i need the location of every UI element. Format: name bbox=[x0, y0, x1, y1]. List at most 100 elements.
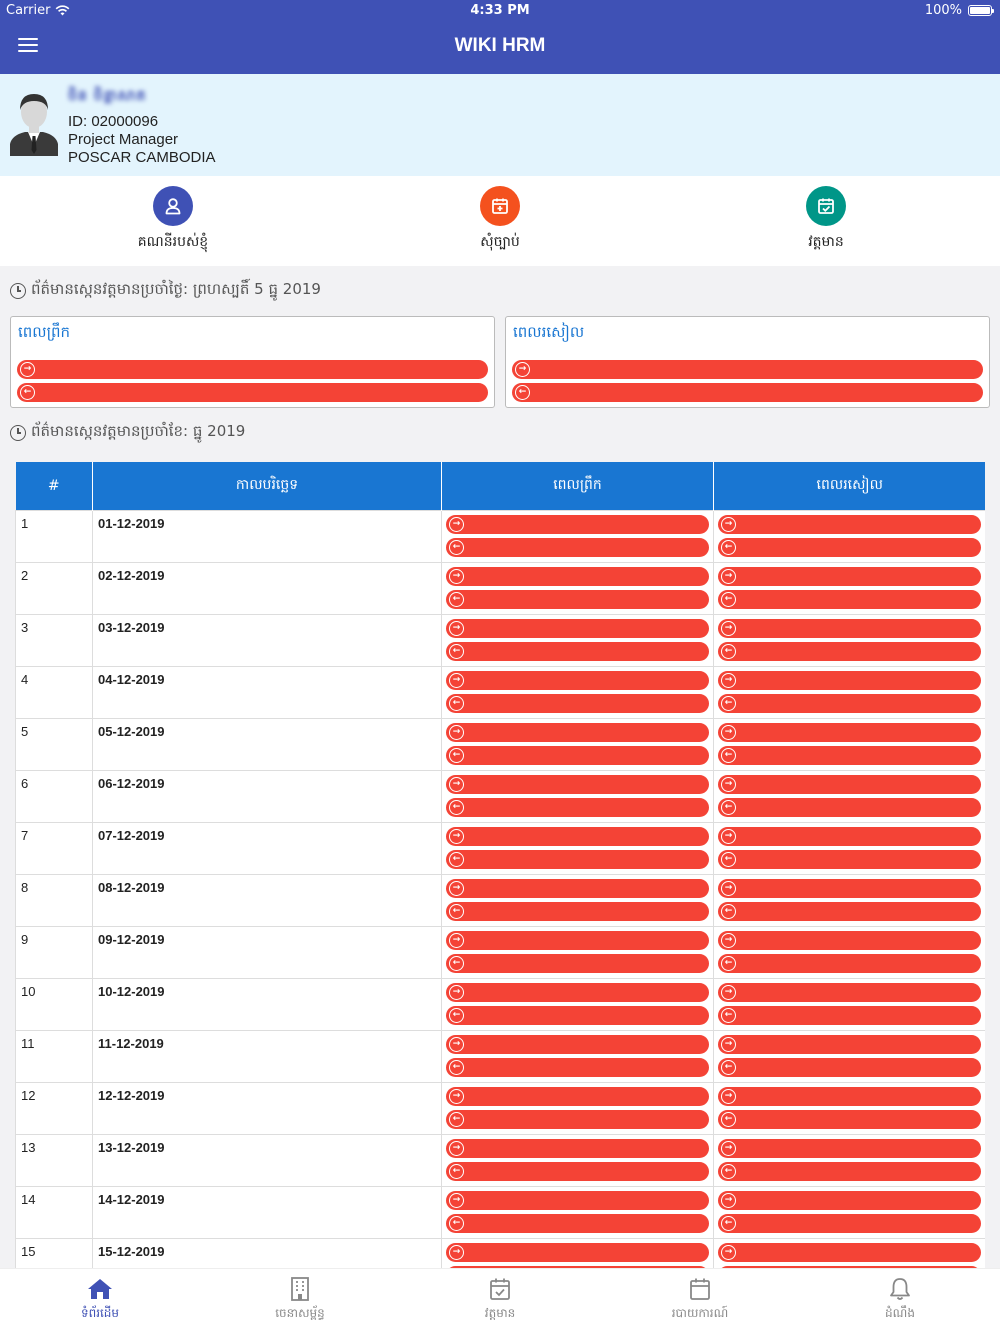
morning-check-out-bar[interactable]: ← bbox=[446, 953, 709, 973]
morning-check-out-bar[interactable]: ← bbox=[446, 797, 709, 817]
morning-check-out-bar[interactable]: ← bbox=[446, 1109, 709, 1129]
morning-check-out-bar[interactable]: ← bbox=[446, 901, 709, 921]
column-header-number: # bbox=[15, 462, 93, 510]
morning-check-out-bar[interactable]: ← bbox=[446, 693, 709, 713]
attendance-table-scroll[interactable]: # កាលបរិច្ឆេទ ពេលព្រឹក ពេលរសៀល 1 01-12-20… bbox=[15, 462, 985, 1268]
evening-check-out-bar[interactable]: ← bbox=[718, 1161, 981, 1181]
evening-check-in-bar[interactable]: → bbox=[718, 722, 981, 742]
morning-check-out-bar[interactable]: ← bbox=[446, 1057, 709, 1077]
morning-check-in-bar[interactable]: → bbox=[446, 878, 709, 898]
evening-check-out-bar[interactable]: ← bbox=[718, 693, 981, 713]
arrow-left-circle-icon: ← bbox=[721, 955, 736, 971]
evening-check-in-bar[interactable]: → bbox=[718, 1190, 981, 1210]
morning-check-out-bar[interactable]: ← bbox=[17, 383, 488, 402]
evening-check-out-bar[interactable]: ← bbox=[718, 797, 981, 817]
attendance-button[interactable]: វត្តមាន bbox=[756, 186, 896, 253]
evening-check-in-bar[interactable]: → bbox=[718, 1242, 981, 1262]
nav-notifications[interactable]: ដំណឹង bbox=[800, 1269, 1000, 1334]
nav-attendance[interactable]: វត្តមាន bbox=[400, 1269, 600, 1334]
evening-check-in-bar[interactable]: → bbox=[718, 982, 981, 1002]
nav-organization[interactable]: ចេនាសម្ព័ន្ធ bbox=[200, 1269, 400, 1334]
arrow-left-circle-icon: ← bbox=[721, 1059, 736, 1075]
morning-check-in-bar[interactable]: → bbox=[446, 722, 709, 742]
table-row: 6 06-12-2019 → ← → ← bbox=[15, 769, 985, 823]
arrow-right-circle-icon: → bbox=[721, 620, 736, 636]
evening-check-out-bar[interactable]: ← bbox=[718, 745, 981, 765]
morning-check-in-bar[interactable]: → bbox=[446, 1086, 709, 1106]
arrow-left-circle-icon: ← bbox=[449, 1163, 464, 1179]
battery-indicator: 100% bbox=[925, 3, 994, 18]
arrow-right-circle-icon: → bbox=[449, 516, 464, 532]
morning-check-in-bar[interactable]: → bbox=[446, 930, 709, 950]
my-account-button[interactable]: គណនីរបស់ខ្ញុំ bbox=[103, 186, 243, 253]
morning-check-in-bar[interactable]: → bbox=[446, 982, 709, 1002]
evening-check-in-bar[interactable]: → bbox=[718, 514, 981, 534]
arrow-right-circle-icon: → bbox=[449, 1244, 464, 1260]
morning-check-in-bar[interactable]: → bbox=[17, 360, 488, 379]
table-body: 1 01-12-2019 → ← → ← 2 02-12-2019 → ← → ← 3 03-12-201… bbox=[15, 509, 985, 1268]
arrow-left-circle-icon: ← bbox=[721, 1163, 736, 1179]
arrow-left-circle-icon: ← bbox=[449, 643, 464, 659]
evening-check-in-bar[interactable]: → bbox=[718, 670, 981, 690]
evening-check-in-bar[interactable]: → bbox=[718, 878, 981, 898]
evening-punch-cell: →← bbox=[713, 1185, 985, 1239]
morning-punch-cell: →← bbox=[441, 1029, 714, 1083]
quick-action-label: វត្តមាន bbox=[808, 234, 844, 250]
evening-check-in-bar[interactable]: → bbox=[718, 930, 981, 950]
arrow-left-circle-icon: ← bbox=[721, 799, 736, 815]
morning-check-in-bar[interactable]: → bbox=[446, 514, 709, 534]
request-leave-button[interactable]: សុំច្បាប់ bbox=[430, 186, 570, 253]
morning-check-in-bar[interactable]: → bbox=[446, 1034, 709, 1054]
morning-check-in-bar[interactable]: → bbox=[446, 1190, 709, 1210]
morning-check-in-bar[interactable]: → bbox=[446, 670, 709, 690]
arrow-right-circle-icon: → bbox=[449, 1140, 464, 1156]
evening-check-out-bar[interactable]: ← bbox=[718, 1213, 981, 1233]
evening-check-in-bar[interactable]: → bbox=[718, 566, 981, 586]
evening-check-in-bar[interactable]: → bbox=[718, 826, 981, 846]
evening-check-in-bar[interactable]: → bbox=[718, 1086, 981, 1106]
evening-check-in-bar[interactable]: → bbox=[718, 1138, 981, 1158]
arrow-right-circle-icon: → bbox=[449, 620, 464, 636]
morning-check-out-bar[interactable]: ← bbox=[446, 849, 709, 869]
morning-check-out-bar[interactable]: ← bbox=[446, 745, 709, 765]
evening-check-out-bar[interactable]: ← bbox=[718, 1005, 981, 1025]
arrow-right-circle-icon: → bbox=[721, 776, 736, 792]
morning-check-in-bar[interactable]: → bbox=[446, 1138, 709, 1158]
evening-check-in-bar[interactable]: → bbox=[718, 774, 981, 794]
arrow-left-circle-icon: ← bbox=[721, 1215, 736, 1231]
morning-check-out-bar[interactable]: ← bbox=[446, 1005, 709, 1025]
nav-report[interactable]: របាយការណ៍ bbox=[600, 1269, 800, 1334]
arrow-right-circle-icon: → bbox=[449, 880, 464, 896]
profile-panel[interactable]: ចិន ចិន្តាសាត ID: 02000096 Project Manag… bbox=[0, 74, 1000, 176]
morning-check-out-bar[interactable]: ← bbox=[446, 537, 709, 557]
table-row: 9 09-12-2019 → ← → ← bbox=[15, 925, 985, 979]
evening-check-out-bar[interactable]: ← bbox=[718, 849, 981, 869]
arrow-right-circle-icon: → bbox=[721, 984, 736, 1000]
morning-check-out-bar[interactable]: ← bbox=[446, 1213, 709, 1233]
arrow-right-circle-icon: → bbox=[449, 672, 464, 688]
evening-check-out-bar[interactable]: ← bbox=[718, 589, 981, 609]
row-date: 03-12-2019 bbox=[92, 613, 442, 667]
evening-check-out-bar[interactable]: ← bbox=[718, 901, 981, 921]
evening-check-out-bar[interactable]: ← bbox=[512, 383, 983, 402]
evening-check-out-bar[interactable]: ← bbox=[718, 641, 981, 661]
morning-check-out-bar[interactable]: ← bbox=[446, 641, 709, 661]
morning-check-in-bar[interactable]: → bbox=[446, 774, 709, 794]
nav-home[interactable]: ទំព័រដើម bbox=[0, 1269, 200, 1334]
arrow-right-circle-icon: → bbox=[721, 516, 736, 532]
evening-check-in-bar[interactable]: → bbox=[512, 360, 983, 379]
evening-check-in-bar[interactable]: → bbox=[718, 1034, 981, 1054]
evening-check-in-bar[interactable]: → bbox=[718, 618, 981, 638]
morning-check-in-bar[interactable]: → bbox=[446, 1242, 709, 1262]
evening-check-out-bar[interactable]: ← bbox=[718, 537, 981, 557]
arrow-left-circle-icon: ← bbox=[449, 1059, 464, 1075]
evening-check-out-bar[interactable]: ← bbox=[718, 953, 981, 973]
morning-check-out-bar[interactable]: ← bbox=[446, 589, 709, 609]
morning-check-out-bar[interactable]: ← bbox=[446, 1161, 709, 1181]
morning-check-in-bar[interactable]: → bbox=[446, 826, 709, 846]
morning-check-in-bar[interactable]: → bbox=[446, 618, 709, 638]
morning-check-in-bar[interactable]: → bbox=[446, 566, 709, 586]
monthly-scan-label: ព័ត៌មានស្កេនវត្តមានប្រចាំខែ: ធ្នូ 2019 bbox=[10, 422, 245, 444]
evening-check-out-bar[interactable]: ← bbox=[718, 1109, 981, 1129]
evening-check-out-bar[interactable]: ← bbox=[718, 1057, 981, 1077]
